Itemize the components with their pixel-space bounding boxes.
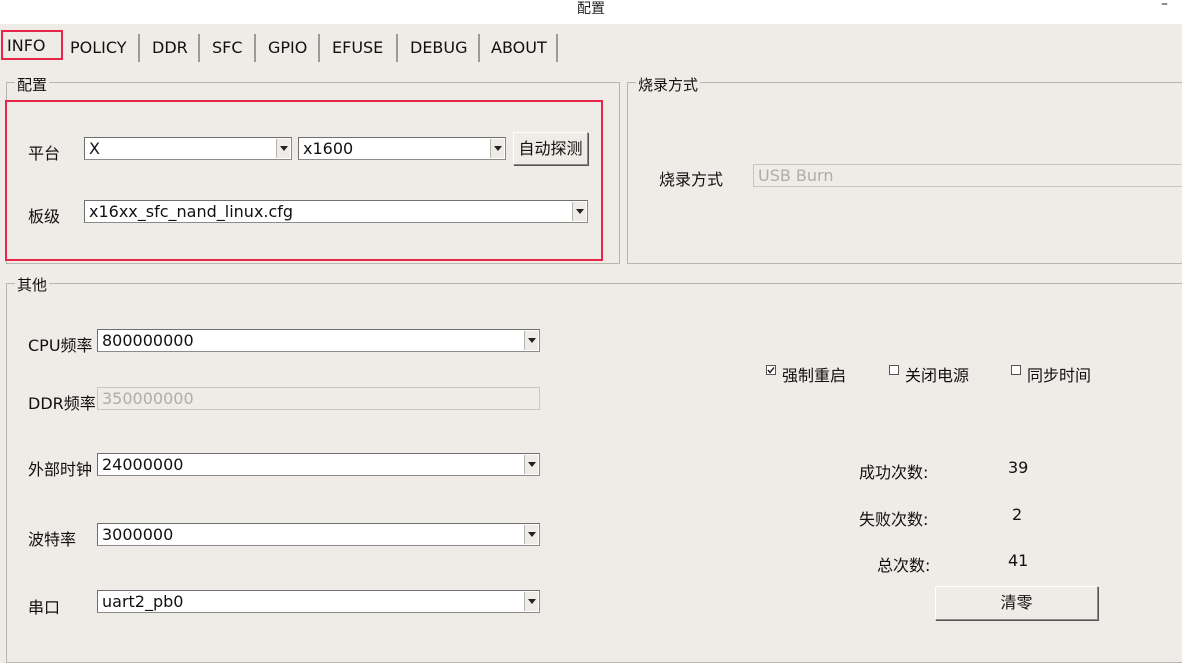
board-select[interactable]: x16xx_sfc_nand_linux.cfg <box>84 200 588 223</box>
tab-debug[interactable]: DEBUG <box>404 34 480 62</box>
cpu-freq-select[interactable]: 800000000 <box>97 329 540 352</box>
other-group-title: 其他 <box>15 274 50 295</box>
chevron-down-icon[interactable] <box>276 139 290 158</box>
ddr-freq-label: DDR频率 <box>28 394 96 413</box>
total-label: 总次数: <box>877 556 931 575</box>
checkbox-unchecked-icon[interactable] <box>1011 365 1021 375</box>
serial-select[interactable]: uart2_pb0 <box>97 590 540 613</box>
ddr-freq-field: 350000000 <box>97 387 540 410</box>
burn-mode-value: USB Burn <box>758 166 834 185</box>
chevron-down-icon[interactable] <box>490 139 504 158</box>
tab-about[interactable]: ABOUT <box>485 34 558 62</box>
tab-info[interactable]: INFO <box>1 30 63 60</box>
tab-ddr[interactable]: DDR <box>146 34 200 62</box>
serial-value: uart2_pb0 <box>102 592 184 611</box>
success-count: 39 <box>1008 458 1029 477</box>
board-select-value: x16xx_sfc_nand_linux.cfg <box>89 202 294 221</box>
minimize-button[interactable]: – <box>1161 0 1168 12</box>
cpu-freq-value: 800000000 <box>102 331 194 350</box>
board-label: 板级 <box>28 207 61 226</box>
highlight-box <box>5 100 603 261</box>
burn-mode-label: 烧录方式 <box>659 170 724 189</box>
tab-gpio[interactable]: GPIO <box>262 34 320 62</box>
ext-clock-select[interactable]: 24000000 <box>97 453 540 476</box>
ddr-freq-value: 350000000 <box>102 389 194 408</box>
force-reboot-label: 强制重启 <box>782 366 847 385</box>
baud-value: 3000000 <box>102 525 174 544</box>
power-off-label: 关闭电源 <box>905 366 970 385</box>
chip-select-value: x1600 <box>303 139 354 158</box>
platform-label: 平台 <box>28 144 61 163</box>
sync-time-checkbox[interactable]: 同步时间 <box>1011 362 1091 386</box>
checkbox-unchecked-icon[interactable] <box>889 365 899 375</box>
config-group-title: 配置 <box>15 74 50 95</box>
fail-count: 2 <box>1012 505 1023 524</box>
checkbox-checked-icon[interactable] <box>766 365 776 375</box>
chip-select[interactable]: x1600 <box>298 137 506 160</box>
baud-select[interactable]: 3000000 <box>97 523 540 546</box>
fail-label: 失败次数: <box>859 510 929 529</box>
auto-detect-button[interactable]: 自动探测 <box>513 132 588 165</box>
clear-button[interactable]: 清零 <box>935 586 1098 620</box>
cpu-freq-label: CPU频率 <box>28 336 93 355</box>
chevron-down-icon[interactable] <box>524 592 538 611</box>
tab-sfc[interactable]: SFC <box>206 34 256 62</box>
power-off-checkbox[interactable]: 关闭电源 <box>889 362 969 386</box>
serial-label: 串口 <box>28 598 61 617</box>
ext-clock-label: 外部时钟 <box>28 460 93 479</box>
success-label: 成功次数: <box>859 463 929 482</box>
burn-mode-group-title: 烧录方式 <box>636 74 701 95</box>
chevron-down-icon[interactable] <box>524 525 538 544</box>
sync-time-label: 同步时间 <box>1027 366 1092 385</box>
burn-mode-select: USB Burn <box>753 164 1182 187</box>
ext-clock-value: 24000000 <box>102 455 184 474</box>
tab-policy[interactable]: POLICY <box>64 34 140 62</box>
window-title: 配置 <box>577 1 605 17</box>
platform-select[interactable]: X <box>84 137 292 160</box>
chevron-down-icon[interactable] <box>572 202 586 221</box>
chevron-down-icon[interactable] <box>524 455 538 474</box>
platform-select-value: X <box>89 139 100 158</box>
chevron-down-icon[interactable] <box>524 331 538 350</box>
total-count: 41 <box>1008 551 1029 570</box>
force-reboot-checkbox[interactable]: 强制重启 <box>766 362 846 386</box>
tab-efuse[interactable]: EFUSE <box>326 34 398 62</box>
baud-label: 波特率 <box>28 530 77 549</box>
